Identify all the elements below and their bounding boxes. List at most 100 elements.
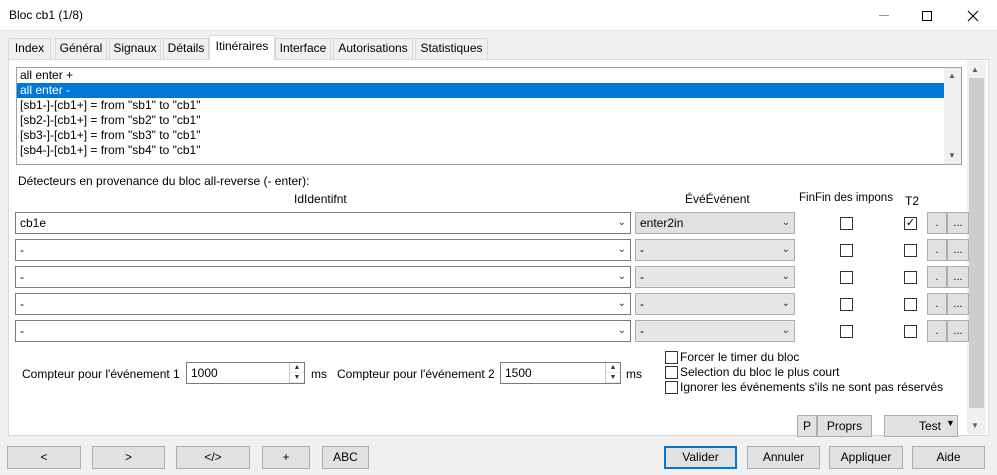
add-button[interactable]: + (262, 446, 310, 469)
abc-button[interactable]: ABC (322, 446, 369, 469)
scroll-down-icon[interactable]: ▼ (971, 421, 979, 430)
counter2-unit: ms (626, 367, 642, 381)
list-item[interactable]: [sb1-]-[cb1+] = from "sb1" to "cb1" (17, 98, 944, 113)
event-combo-4[interactable]: - ⌄ (635, 293, 795, 315)
list-scroll-up-icon[interactable]: ▲ (948, 71, 956, 80)
row-button-more-4[interactable]: ... (947, 293, 969, 315)
ignore-events-checkbox[interactable] (665, 381, 678, 394)
close-button[interactable] (950, 0, 996, 31)
row-button-more-3[interactable]: ... (947, 266, 969, 288)
event-combo-1[interactable]: enter2in ⌄ (635, 212, 795, 234)
p-button[interactable]: P (797, 415, 817, 437)
window-title: Bloc cb1 (1/8) (9, 8, 84, 22)
counter1-spinner[interactable]: 1000 ▲ ▼ (186, 362, 305, 384)
chevron-down-icon: ⌄ (617, 271, 626, 282)
tab-autorisations[interactable]: Autorisations (333, 38, 413, 59)
spin-down-icon[interactable]: ▼ (606, 373, 620, 383)
list-item[interactable]: [sb3-]-[cb1+] = from "sb3" to "cb1" (17, 128, 944, 143)
spin-down-icon[interactable]: ▼ (290, 373, 304, 383)
ident-value: - (20, 324, 24, 338)
minimize-icon (879, 15, 889, 16)
maximize-button[interactable] (904, 0, 950, 31)
chevron-down-icon: ⌄ (781, 298, 790, 309)
list-scroll-down-icon[interactable]: ▼ (948, 151, 956, 160)
fin-checkbox-2[interactable] (840, 244, 853, 257)
event-value: - (640, 297, 644, 311)
tab-index[interactable]: Index (8, 38, 51, 59)
chevron-down-icon: ⌄ (781, 244, 790, 255)
counter2-label: Compteur pour l'événement 2 (337, 367, 495, 381)
list-item-selected[interactable]: all enter - (17, 83, 944, 98)
t2-checkbox-5[interactable] (904, 325, 917, 338)
event-combo-5[interactable]: - ⌄ (635, 320, 795, 342)
test-dropdown-icon[interactable]: ▼ (946, 418, 955, 428)
ident-value: - (20, 297, 24, 311)
ident-value: - (20, 270, 24, 284)
tab-itineraires[interactable]: Itinéraires (209, 35, 275, 60)
row-button-small-1[interactable]: . (927, 212, 947, 234)
event-value: - (640, 243, 644, 257)
ident-value: - (20, 243, 24, 257)
row-button-small-4[interactable]: . (927, 293, 947, 315)
itinerary-list[interactable]: all enter + all enter - [sb1-]-[cb1+] = … (16, 67, 962, 165)
minimize-button[interactable] (861, 0, 907, 31)
tab-details[interactable]: Détails (163, 38, 209, 59)
aide-button[interactable]: Aide (912, 446, 985, 469)
row-button-more-5[interactable]: ... (947, 320, 969, 342)
scroll-up-icon[interactable]: ▲ (971, 65, 979, 74)
tab-interface[interactable]: Interface (275, 38, 331, 59)
spinner-buttons[interactable]: ▲ ▼ (289, 363, 304, 383)
col-ident-header: IdIdentifnt (294, 192, 347, 206)
t2-checkbox-1[interactable]: ✓ (904, 217, 917, 230)
panel-scrollbar[interactable]: ▲ ▼ (967, 61, 986, 434)
ident-combo-4[interactable]: - ⌄ (15, 293, 631, 315)
ident-combo-1[interactable]: cb1e ⌄ (15, 212, 631, 234)
annuler-button[interactable]: Annuler (747, 446, 820, 469)
fin-checkbox-5[interactable] (840, 325, 853, 338)
props-button[interactable]: Proprs (817, 415, 872, 437)
scrollbar-thumb[interactable] (969, 78, 984, 408)
list-item[interactable]: all enter + (17, 68, 944, 83)
row-button-small-2[interactable]: . (927, 239, 947, 261)
row-button-more-1[interactable]: ... (947, 212, 969, 234)
ident-combo-3[interactable]: - ⌄ (15, 266, 631, 288)
chevron-down-icon: ⌄ (781, 325, 790, 336)
shortest-block-checkbox[interactable] (665, 366, 678, 379)
row-button-small-5[interactable]: . (927, 320, 947, 342)
spinner-buttons[interactable]: ▲ ▼ (605, 363, 620, 383)
force-timer-checkbox[interactable] (665, 351, 678, 364)
spin-up-icon[interactable]: ▲ (606, 363, 620, 373)
event-value: enter2in (640, 216, 684, 230)
t2-checkbox-4[interactable] (904, 298, 917, 311)
chevron-down-icon: ⌄ (617, 217, 626, 228)
title-bar: Bloc cb1 (1/8) (0, 0, 997, 31)
spin-up-icon[interactable]: ▲ (290, 363, 304, 373)
ident-combo-5[interactable]: - ⌄ (15, 320, 631, 342)
tab-general[interactable]: Général (55, 38, 107, 59)
list-scrollbar[interactable]: ▲ ▼ (944, 68, 961, 164)
row-button-more-2[interactable]: ... (947, 239, 969, 261)
row-button-small-3[interactable]: . (927, 266, 947, 288)
tab-signaux[interactable]: Signaux (109, 38, 161, 59)
code-button[interactable]: </> (176, 446, 250, 469)
event-combo-2[interactable]: - ⌄ (635, 239, 795, 261)
prev-button[interactable]: < (7, 446, 81, 469)
ident-combo-2[interactable]: - ⌄ (15, 239, 631, 261)
force-timer-label: Forcer le timer du bloc (680, 350, 800, 364)
appliquer-button[interactable]: Appliquer (829, 446, 903, 469)
t2-checkbox-2[interactable] (904, 244, 917, 257)
fin-checkbox-3[interactable] (840, 271, 853, 284)
list-item[interactable]: [sb4-]-[cb1+] = from "sb4" to "cb1" (17, 143, 944, 158)
chevron-down-icon: ⌄ (617, 325, 626, 336)
tab-statistiques[interactable]: Statistiques (415, 38, 488, 59)
event-combo-3[interactable]: - ⌄ (635, 266, 795, 288)
fin-checkbox-1[interactable] (840, 217, 853, 230)
list-item[interactable]: [sb2-]-[cb1+] = from "sb2" to "cb1" (17, 113, 944, 128)
counter2-spinner[interactable]: 1500 ▲ ▼ (500, 362, 621, 384)
t2-checkbox-3[interactable] (904, 271, 917, 284)
counter1-unit: ms (311, 367, 327, 381)
detectors-heading: Détecteurs en provenance du bloc all-rev… (18, 174, 310, 188)
next-button[interactable]: > (92, 446, 165, 469)
fin-checkbox-4[interactable] (840, 298, 853, 311)
valider-button[interactable]: Valider (664, 446, 737, 469)
